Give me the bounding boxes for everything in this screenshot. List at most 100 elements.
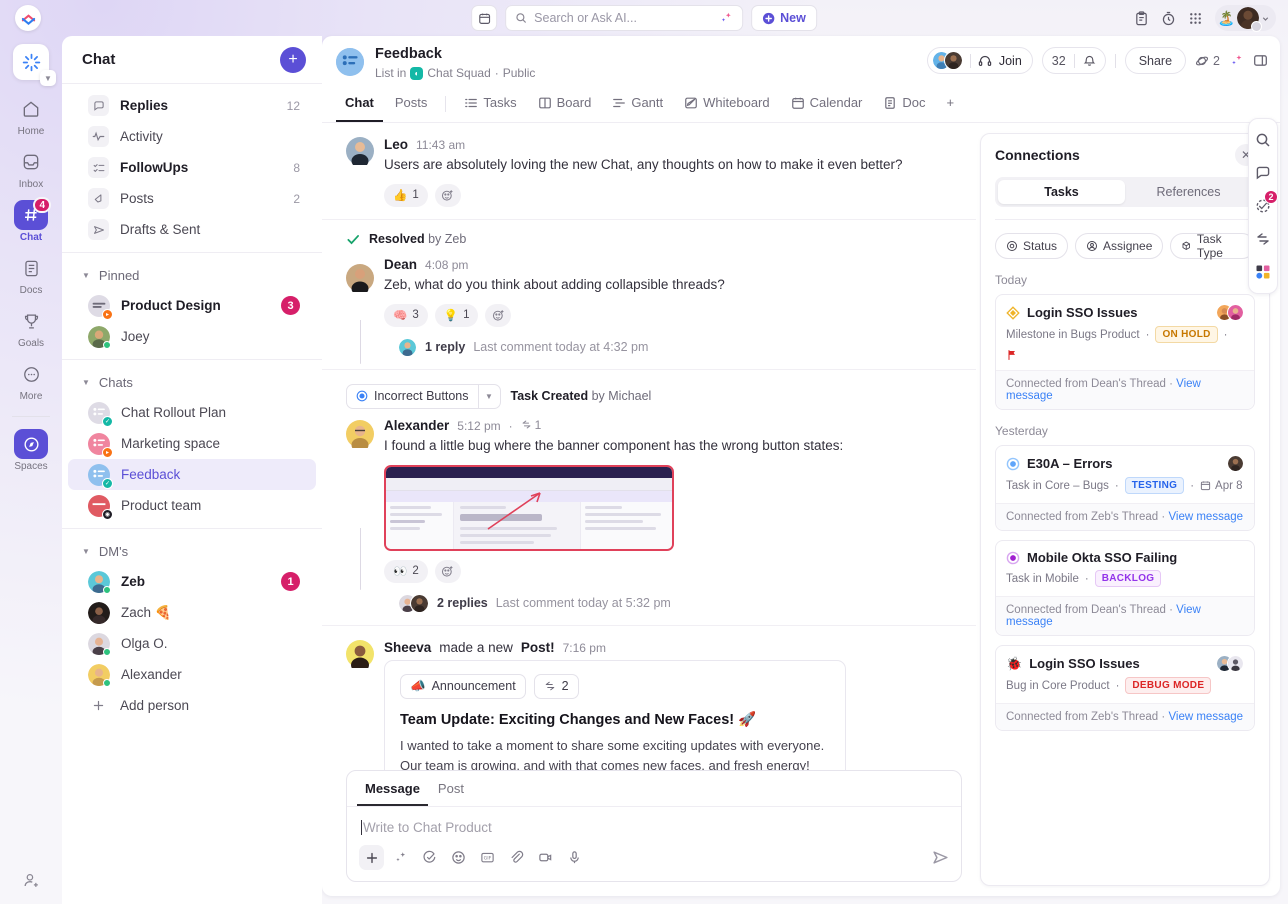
mic-icon[interactable] (562, 845, 587, 870)
ai-count-button[interactable]: 2 (1195, 54, 1220, 68)
filter-task-type[interactable]: Task Type (1170, 232, 1255, 260)
sidebar-item-zach[interactable]: Zach 🍕 (68, 597, 316, 628)
sidebar-item-product-design[interactable]: ▸ Product Design 3 (68, 290, 316, 321)
channel-space-name[interactable]: Chat Squad (427, 66, 490, 80)
tab-posts[interactable]: Posts (386, 89, 437, 122)
add-reaction-button[interactable] (434, 559, 461, 583)
thread-replies-link[interactable]: 2 replies Last comment today at 5:32 pm (398, 593, 962, 613)
status-badge[interactable]: BACKLOG (1094, 570, 1162, 588)
sidebar-item-replies[interactable]: Replies 12 (68, 90, 316, 121)
card-due-date[interactable]: Apr 8 (1200, 480, 1243, 492)
message-author[interactable]: Alexander (384, 418, 449, 433)
join-call-button[interactable]: Join (926, 47, 1033, 74)
gif-icon[interactable]: GIF (475, 845, 500, 870)
member-count-button[interactable]: 32 (1041, 47, 1106, 74)
thread-replies-link[interactable]: 1 reply Last comment today at 4:32 pm (398, 337, 962, 357)
status-badge[interactable]: DEBUG MODE (1125, 677, 1212, 695)
tab-tasks[interactable]: Tasks (998, 180, 1125, 205)
connection-card[interactable]: E30A – Errors Task in Core – Bugs · TEST… (995, 445, 1255, 532)
tab-chat[interactable]: Chat (336, 89, 383, 123)
reaction-chip[interactable]: 👍 1 (384, 183, 428, 207)
sidebar-item-goals[interactable]: Goals (5, 306, 57, 349)
tab-message[interactable]: Message (357, 771, 428, 806)
message-author[interactable]: Dean (384, 257, 417, 272)
post-category-tag[interactable]: 📣 Announcement (400, 673, 526, 699)
tab-board[interactable]: Board (529, 89, 601, 122)
tab-add-view[interactable]: + (938, 89, 964, 122)
reaction-chip[interactable]: 💡 1 (434, 303, 479, 327)
reaction-chip[interactable]: 👀 2 (384, 559, 428, 583)
message-input[interactable]: Write to Chat Product (347, 807, 961, 841)
sidebar-item-docs[interactable]: Docs (5, 253, 57, 296)
ai-sparkle-icon[interactable] (719, 11, 733, 25)
sidebar-item-followups[interactable]: FollowUps 8 (68, 152, 316, 183)
sidebar-item-alexander[interactable]: Alexander (68, 659, 316, 690)
task-check-icon[interactable] (417, 845, 442, 870)
new-button[interactable]: New (751, 5, 817, 31)
sidebar-item-more[interactable]: More (5, 359, 57, 402)
status-badge[interactable]: ON HOLD (1155, 326, 1218, 344)
search-input[interactable]: Search or Ask AI... (505, 5, 744, 31)
chevron-down-icon[interactable]: ▼ (40, 70, 56, 86)
post-author[interactable]: Sheeva (384, 640, 431, 655)
view-message-link[interactable]: View message (1168, 711, 1243, 723)
sync-arrows-icon[interactable] (1250, 226, 1276, 252)
add-person-icon[interactable] (22, 871, 41, 890)
red-flag-icon[interactable] (1006, 349, 1018, 361)
plus-icon[interactable] (359, 845, 384, 870)
filter-status[interactable]: Status (995, 233, 1069, 260)
task-check-icon[interactable]: 2 (1250, 190, 1278, 219)
calendar-icon[interactable] (471, 5, 498, 31)
sidebar-item-activity[interactable]: Activity (68, 121, 316, 152)
sidebar-group-pinned[interactable]: ▼ Pinned (62, 260, 322, 290)
connection-card[interactable]: Mobile Okta SSO Failing Task in Mobile ·… (995, 540, 1255, 637)
filter-assignee[interactable]: Assignee (1075, 233, 1164, 260)
task-chip[interactable]: Incorrect Buttons ▼ (346, 383, 501, 409)
sidebar-item-chat[interactable]: 4 Chat (5, 197, 57, 243)
sidebar-item-inbox[interactable]: Inbox (5, 147, 57, 190)
sidebar-item-zeb[interactable]: Zeb 1 (68, 566, 316, 597)
connection-card[interactable]: Login SSO Issues Milestone in Bugs Produ… (995, 294, 1255, 411)
view-message-link[interactable]: View message (1168, 511, 1243, 523)
clipboard-icon[interactable] (1134, 10, 1149, 26)
sidebar-item-product-team[interactable]: ◉ Product team (68, 490, 316, 521)
sidebar-group-dms[interactable]: ▼ DM's (62, 536, 322, 566)
sidebar-item-home[interactable]: Home (5, 94, 57, 137)
send-icon[interactable] (932, 849, 949, 866)
tab-post[interactable]: Post (430, 771, 472, 806)
screenshot-attachment[interactable] (384, 464, 674, 551)
video-icon[interactable] (533, 845, 558, 870)
brand-logo[interactable] (15, 5, 41, 31)
sidebar-group-chats[interactable]: ▼ Chats (62, 367, 322, 397)
sidebar-item-spaces[interactable]: Spaces (5, 429, 57, 472)
status-badge[interactable]: TESTING (1124, 477, 1185, 495)
tab-whiteboard[interactable]: Whiteboard (675, 89, 778, 122)
chevron-down-icon[interactable]: ▼ (477, 384, 500, 408)
panel-toggle-icon[interactable] (1253, 53, 1268, 68)
emoji-icon[interactable] (446, 845, 471, 870)
reaction-chip[interactable]: 🧠 3 (384, 303, 428, 327)
ai-sparkle-icon[interactable] (388, 845, 413, 870)
ai-sparkle-icon[interactable] (1229, 53, 1244, 68)
search-icon[interactable] (1250, 127, 1276, 153)
timer-icon[interactable] (1161, 11, 1176, 26)
workspace-switcher[interactable]: ▼ (13, 44, 56, 86)
bell-icon[interactable] (1083, 54, 1096, 67)
sidebar-item-posts[interactable]: Posts 2 (68, 183, 316, 214)
tab-doc[interactable]: Doc (874, 89, 934, 122)
sidebar-item-chat-rollout-plan[interactable]: ✓ Chat Rollout Plan (68, 397, 316, 428)
tab-references[interactable]: References (1125, 180, 1252, 204)
share-button[interactable]: Share (1124, 47, 1187, 74)
tab-calendar[interactable]: Calendar (782, 89, 872, 122)
sidebar-item-joey[interactable]: Joey (68, 321, 316, 352)
user-avatar-menu[interactable]: 🏝️ (1214, 5, 1276, 32)
sidebar-item-feedback[interactable]: ✓ Feedback (68, 459, 316, 490)
sidebar-item-olga-o[interactable]: Olga O. (68, 628, 316, 659)
add-reaction-button[interactable] (434, 183, 461, 207)
add-reaction-button[interactable] (485, 303, 512, 327)
sidebar-item-drafts-sent[interactable]: Drafts & Sent (68, 214, 316, 245)
connection-card[interactable]: 🐞 Login SSO Issues Bug in Core Product ·… (995, 645, 1255, 732)
apps-color-icon[interactable] (1250, 259, 1276, 285)
attach-clip-icon[interactable] (504, 845, 529, 870)
apps-grid-icon[interactable] (1188, 11, 1203, 26)
